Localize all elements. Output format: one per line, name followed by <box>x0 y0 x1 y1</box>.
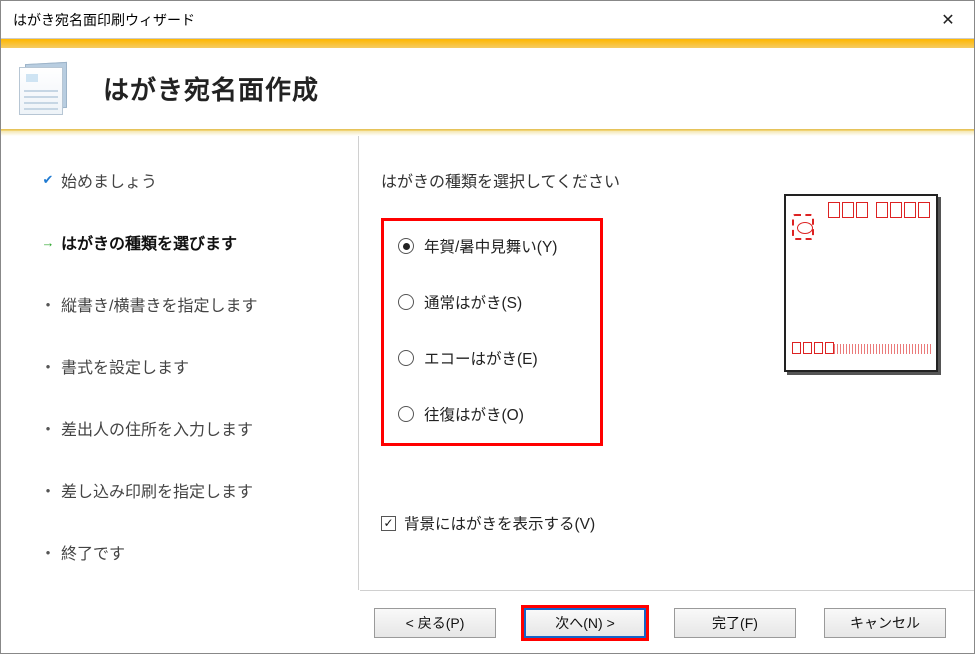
dot-icon: • <box>35 297 61 312</box>
step-label: 終了です <box>61 540 125 564</box>
radio-label: 往復はがき(O) <box>424 403 524 425</box>
stamp-icon <box>792 214 814 240</box>
steps-pane: ✔ 始めましょう → はがきの種類を選びます • 縦書き/横書きを指定します •… <box>1 136 359 590</box>
radio-icon <box>398 294 414 310</box>
radio-nenga[interactable]: 年賀/暑中見舞い(Y) <box>398 235 586 257</box>
step-orientation: • 縦書き/横書きを指定します <box>35 292 334 316</box>
radio-return[interactable]: 往復はがき(O) <box>398 403 586 425</box>
step-label: はがきの種類を選びます <box>61 230 237 254</box>
step-label: 差し込み印刷を指定します <box>61 478 253 502</box>
step-label: 差出人の住所を入力します <box>61 416 253 440</box>
step-mailmerge: • 差し込み印刷を指定します <box>35 478 334 502</box>
content: ✔ 始めましょう → はがきの種類を選びます • 縦書き/横書きを指定します •… <box>1 136 974 590</box>
button-bar: < 戻る(P) 次へ(N) > 完了(F) キャンセル <box>360 590 974 654</box>
step-format: • 書式を設定します <box>35 354 334 378</box>
step-finish: • 終了です <box>35 540 334 564</box>
close-button[interactable]: ✕ <box>922 1 974 39</box>
checkbox-icon: ✓ <box>381 516 396 531</box>
radio-label: 年賀/暑中見舞い(Y) <box>424 235 557 257</box>
dot-icon: • <box>35 545 61 560</box>
radio-label: 通常はがき(S) <box>424 291 522 313</box>
check-icon: ✔ <box>35 172 61 188</box>
step-sender: • 差出人の住所を入力します <box>35 416 334 440</box>
checkbox-label: 背景にはがきを表示する(V) <box>404 512 595 534</box>
radio-label: エコーはがき(E) <box>424 347 538 369</box>
postcard-preview <box>784 194 938 372</box>
window-title: はがき宛名面印刷ウィザード <box>13 10 195 30</box>
page-title: はがき宛名面作成 <box>103 70 319 107</box>
step-label: 縦書き/横書きを指定します <box>61 292 257 316</box>
arrow-right-icon: → <box>35 235 61 250</box>
dot-icon: • <box>35 359 61 374</box>
step-select-type: → はがきの種類を選びます <box>35 230 334 254</box>
main-pane: はがきの種類を選択してください 年賀/暑中見舞い(Y) 通常はがき(S) エコー… <box>359 136 974 590</box>
radio-icon <box>398 406 414 422</box>
dot-icon: • <box>35 483 61 498</box>
radio-echo[interactable]: エコーはがき(E) <box>398 347 586 369</box>
finish-button[interactable]: 完了(F) <box>674 608 796 638</box>
step-label: 書式を設定します <box>61 354 189 378</box>
postcard-type-group: 年賀/暑中見舞い(Y) 通常はがき(S) エコーはがき(E) 往復はがき(O) <box>381 218 603 446</box>
radio-icon <box>398 350 414 366</box>
zip-boxes <box>828 202 930 218</box>
radio-normal[interactable]: 通常はがき(S) <box>398 291 586 313</box>
prompt: はがきの種類を選択してください <box>381 168 946 192</box>
header-band <box>1 39 974 48</box>
pattern-stripe <box>834 344 932 354</box>
title-bar: はがき宛名面印刷ウィザード ✕ <box>1 1 974 39</box>
dot-icon: • <box>35 421 61 436</box>
next-button[interactable]: 次へ(N) > <box>524 608 646 638</box>
wizard-icon <box>19 63 75 115</box>
back-button[interactable]: < 戻る(P) <box>374 608 496 638</box>
cancel-button[interactable]: キャンセル <box>824 608 946 638</box>
close-icon: ✕ <box>941 10 954 30</box>
header: はがき宛名面作成 <box>1 48 974 130</box>
sender-zip-boxes <box>792 342 834 354</box>
radio-icon <box>398 238 414 254</box>
step-label: 始めましょう <box>61 168 157 192</box>
step-start: ✔ 始めましょう <box>35 168 334 192</box>
show-background-checkbox[interactable]: ✓ 背景にはがきを表示する(V) <box>381 512 946 534</box>
